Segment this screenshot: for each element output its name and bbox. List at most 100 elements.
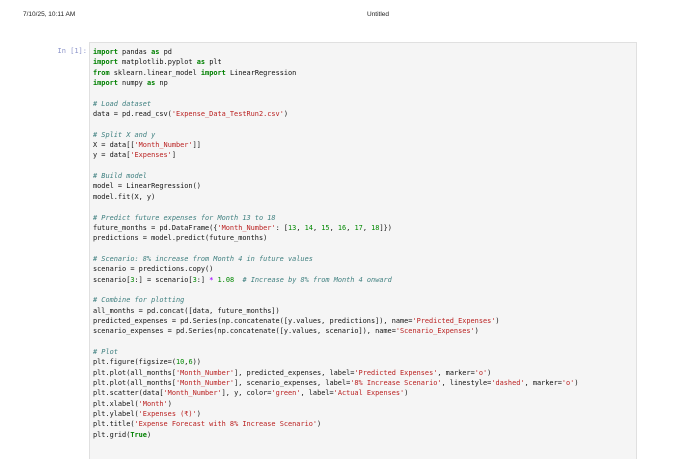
code-line: # Split X and y — [93, 130, 636, 140]
code-input-area[interactable]: import pandas as pd import matplotlib.pyp… — [89, 42, 637, 459]
code-token: pd — [159, 48, 172, 56]
code-token: 'Expense_Data_TestRun2.csv' — [171, 110, 284, 119]
code-token: 'Month_Number' — [175, 379, 235, 387]
code-line: predictions = model.predict(future_month… — [93, 233, 636, 243]
code-token: 'Predicted_Expenses' — [412, 316, 496, 325]
code-token: # Predict future expenses for Month 13 t… — [93, 213, 276, 222]
code-line: scenario = predictions.copy() — [93, 264, 636, 274]
code-line: data = pd.read_csv('Expense_Data_TestRun… — [93, 109, 636, 119]
code-token: , marker= — [524, 379, 562, 387]
code-token: , — [346, 223, 355, 232]
code-line: plt.scatter(data['Month_Number'], y, col… — [93, 388, 636, 398]
code-token: future_months = pd.DataFrame({ — [93, 223, 218, 232]
code-token: # Increase by 8% from Month 4 onward — [242, 275, 392, 284]
code-token: import — [200, 68, 226, 77]
code-line: scenario[3:] = scenario[3:] * 1.08 # Inc… — [93, 275, 636, 285]
code-token: ) — [404, 389, 409, 398]
code-token: 16 — [337, 223, 347, 232]
code-token: # Split X and y — [93, 130, 156, 139]
code-token: ], y, color= — [221, 389, 272, 398]
code-token: np — [155, 79, 168, 88]
code-token: plt.plot(all_months[ — [93, 379, 176, 387]
code-token: 'Expenses' — [130, 151, 172, 160]
code-line: # Predict future expenses for Month 13 t… — [93, 213, 636, 223]
code-token: plt.xlabel( — [93, 399, 139, 408]
code-token: X = data[[ — [93, 141, 135, 150]
code-token: scenario = predictions.copy() — [93, 265, 214, 274]
code-token: sklearn.linear_model — [109, 68, 201, 77]
code-token: model = LinearRegression() — [93, 182, 201, 191]
code-token: predictions = model.predict(future_month… — [93, 234, 268, 243]
print-title: Untitled — [367, 11, 390, 18]
code-token: ]] — [192, 141, 201, 150]
code-line: predicted_expenses = pd.Series(np.concat… — [93, 316, 636, 326]
code-token: ) — [196, 410, 201, 419]
code-line: plt.title('Expense Forecast with 8% Incr… — [93, 419, 636, 429]
code-token: ], scenario_expenses, label= — [234, 379, 351, 387]
code-token: 'Month_Number' — [163, 389, 222, 398]
input-prompt: In [1]: — [57, 47, 87, 55]
code-token: as — [196, 58, 206, 67]
code-line: import pandas as pd — [93, 47, 636, 57]
code-line: import numpy as np — [93, 78, 636, 88]
code-token: , label= — [300, 389, 334, 398]
code-token: ], predicted_expenses, label= — [234, 368, 355, 377]
code-line: # Combine for plotting — [93, 295, 636, 305]
code-token: plt.ylabel( — [93, 410, 139, 419]
code-token: plt.title( — [93, 420, 135, 429]
code-line: model = LinearRegression() — [93, 181, 636, 191]
code-token: 'o' — [561, 379, 575, 387]
code-line: model.fit(X, y) — [93, 192, 636, 202]
code-token: 'Expense Forecast with 8% Increase Scena… — [134, 420, 318, 429]
code-token: ) — [474, 327, 479, 336]
code-token: 'dashed' — [491, 379, 525, 387]
code-line: scenario_expenses = pd.Series(np.concate… — [93, 326, 636, 336]
code-token: 'Predicted Expenses' — [354, 368, 438, 377]
code-token: :] — [196, 275, 210, 284]
code-token: plt.scatter(data[ — [93, 389, 164, 398]
code-token: ) — [283, 110, 288, 119]
code-token: True — [130, 430, 147, 439]
code-token: ) — [146, 430, 152, 439]
code-token: , — [329, 223, 338, 232]
code-token: all_months = pd.concat([data, future_mon… — [93, 306, 280, 315]
code-token: 'Month_Number' — [175, 368, 235, 377]
code-editor[interactable]: import pandas as pd import matplotlib.pyp… — [90, 43, 636, 440]
code-token: LinearRegression — [225, 68, 297, 77]
code-line: plt.grid(True) — [93, 430, 636, 440]
code-token: 'Month_Number' — [134, 141, 193, 150]
code-token: plt — [205, 58, 222, 67]
code-token: '8% Increase Scenario' — [350, 379, 442, 387]
code-token: ]}) — [379, 223, 392, 232]
code-token: # Scenario: 8% increase from Month 4 in … — [93, 254, 313, 263]
code-token: 1.08 — [217, 275, 235, 284]
code-token: , — [362, 223, 372, 232]
code-token: # Combine for plotting — [93, 296, 185, 305]
code-token: pandas — [117, 48, 152, 56]
code-token: ) — [317, 420, 322, 429]
code-token: )) — [192, 358, 201, 367]
code-token: y = data[ — [93, 151, 131, 160]
code-line: # Build model — [93, 171, 636, 181]
print-date: 7/10/25, 10:11 AM — [23, 11, 76, 18]
code-token: ] — [171, 151, 176, 160]
code-cell[interactable]: In [1]: import pandas as pd import matplo… — [53, 42, 637, 459]
code-token: plt.plot(all_months[ — [93, 368, 176, 377]
code-token: import — [93, 48, 118, 56]
code-token: scenario_expenses = pd.Series(np.concate… — [93, 327, 396, 336]
code-token: # Load dataset — [93, 99, 152, 108]
code-token: 'Actual Expenses' — [333, 389, 405, 398]
code-token: , linestyle= — [441, 379, 492, 387]
code-token: predicted_expenses = pd.Series(np.concat… — [93, 316, 413, 325]
code-line: plt.xlabel('Month') — [93, 399, 636, 409]
code-token: 14 — [304, 223, 313, 232]
code-token: ) — [495, 316, 500, 325]
code-token: 15 — [321, 223, 330, 232]
code-line: # Load dataset — [93, 99, 636, 109]
